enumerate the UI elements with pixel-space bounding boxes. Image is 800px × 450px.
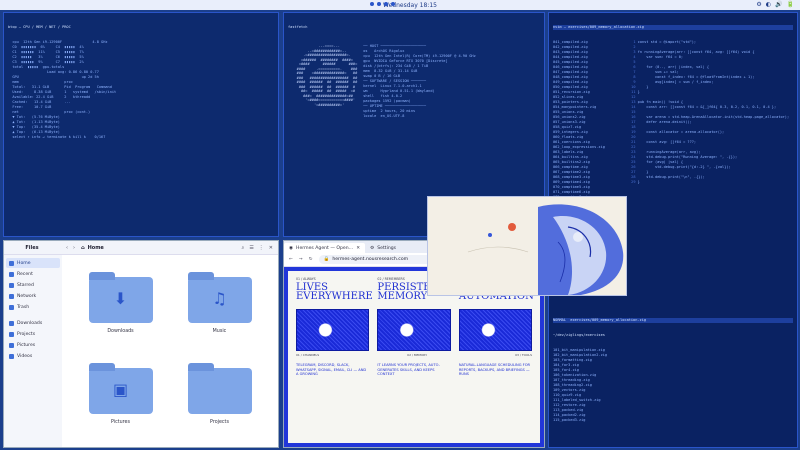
- ascii-line: '=####============####': [288, 98, 356, 102]
- download-icon: ⬇: [113, 289, 128, 308]
- reload-icon[interactable]: ↻: [309, 257, 313, 262]
- artwork-viewer[interactable]: [427, 196, 627, 296]
- listing-item: 115_packed3.zig: [553, 418, 586, 422]
- view-toggle-icon[interactable]: ☰: [249, 245, 253, 251]
- image-caption: 01 / CHANNELS: [296, 353, 320, 357]
- system-tray: ⚙ ◐ 🔊 🔋: [756, 1, 794, 8]
- folder-icon: [187, 363, 252, 414]
- feature-column: 01 / ALWAYS LIVES EVERYWHERE: [296, 277, 373, 302]
- ascii-line: ### =##############= ##: [288, 71, 358, 75]
- files-window[interactable]: Files ‹ › ⌂ Home ⌕ ☰ ⋮ ✕ Home Recent Sta…: [3, 240, 279, 448]
- search-icon[interactable]: ⌕: [242, 245, 245, 251]
- btop-output: cpu 12th Gen i9-12900F 4.8 GHz C0 ▮▮▮▮▮▮…: [8, 40, 274, 140]
- workspace-indicator[interactable]: [370, 2, 395, 6]
- folder-pictures[interactable]: ▣ Pictures: [74, 354, 167, 439]
- settings-icon[interactable]: ⚙: [756, 1, 761, 8]
- ascii-line: ##= ##### ## ##### =#: [288, 89, 356, 93]
- sidebar-divider: [6, 313, 60, 317]
- folder-icon: ♫: [187, 272, 252, 323]
- btop-header: btop — CPU / MEM / NET / PROC: [8, 25, 71, 29]
- folder-icon: ▣: [88, 363, 153, 414]
- btop-terminal[interactable]: btop — CPU / MEM / NET / PROC cpu 12th G…: [3, 12, 279, 237]
- sidebar-item-network[interactable]: Network: [6, 291, 60, 301]
- close-icon[interactable]: ✕: [269, 245, 273, 251]
- music-icon: ♫: [212, 289, 227, 308]
- sidebar-item-trash[interactable]: Trash: [6, 302, 60, 312]
- sidebar-item-videos[interactable]: Videos: [6, 351, 60, 361]
- volume-icon[interactable]: 🔊: [775, 1, 782, 8]
- system-info: ── HOST ───────────────────── os ArchOS R…: [363, 44, 476, 119]
- back-icon[interactable]: ‹: [66, 245, 68, 251]
- files-title: Files: [25, 244, 39, 251]
- image-icon: ▣: [112, 380, 129, 399]
- hermes-landing: 01 / ALWAYS LIVES EVERYWHERE 02 / REMEMBE…: [288, 271, 540, 443]
- fastfetch-header: fastfetch: [288, 25, 308, 29]
- forward-icon[interactable]: →: [299, 257, 303, 262]
- feature-description: Telegram, Discord, Slack, WhatsApp, Sign…: [296, 363, 367, 377]
- globe-icon: ◉: [289, 245, 294, 251]
- sidebar-item-pictures[interactable]: Pictures: [6, 340, 60, 350]
- ascii-line: .=##################=.: [288, 53, 351, 57]
- sidebar-item-projects[interactable]: Projects: [6, 329, 60, 339]
- files-toolbar: Files ‹ › ⌂ Home ⌕ ☰ ⋮ ✕: [4, 241, 278, 255]
- image-caption: 02 / MEMORY: [407, 353, 428, 357]
- battery-icon[interactable]: 🔋: [787, 1, 794, 8]
- feature-image: [377, 309, 451, 351]
- brightness-icon[interactable]: ◐: [766, 1, 771, 8]
- code-line: 29 }: [629, 180, 640, 184]
- image-caption: 03 / TOOLS: [515, 353, 532, 357]
- folder-projects[interactable]: Projects: [173, 354, 266, 439]
- code-editor[interactable]: 1 const std = @import("std"); 2 3 fn run…: [629, 40, 793, 308]
- folder-downloads[interactable]: ⬇ Downloads: [74, 263, 167, 348]
- close-icon: ✕: [356, 245, 361, 251]
- gear-icon: ⚙: [370, 245, 375, 251]
- nvim-statusline: NORMAL exercises/009_memory_allocation.z…: [553, 318, 793, 323]
- nvim-title: nvim — exercises/009_memory_allocation.z…: [553, 25, 793, 30]
- ascii-line: '=##########=': [288, 102, 345, 107]
- tab-hermes[interactable]: ◉ Hermes Agent — Open… ✕: [284, 243, 366, 253]
- menu-icon[interactable]: ⋮: [259, 245, 264, 251]
- feature-image: [458, 309, 532, 351]
- sidebar-item-starred[interactable]: Starred: [6, 280, 60, 290]
- ascii-line: #### ###### ## ###### ##: [288, 80, 358, 84]
- feature-image: [296, 309, 370, 351]
- feature-heading: LIVES EVERYWHERE: [296, 282, 373, 302]
- breadcrumb[interactable]: ⌂ Home: [81, 245, 104, 251]
- distro-ascii-logo: .--====--. .-=############=-. .=########…: [288, 44, 358, 119]
- folder-grid: ⬇ Downloads ♫ Music ▣ Pictures Projects: [62, 255, 278, 447]
- sidebar-item-downloads[interactable]: Downloads: [6, 318, 60, 328]
- feature-description: It learns your projects, auto-generates …: [377, 363, 440, 377]
- artwork-image: [428, 197, 626, 295]
- folder-music[interactable]: ♫ Music: [173, 263, 266, 348]
- top-bar: Wednesday 18:15 ⚙ ◐ 🔊 🔋: [0, 0, 800, 10]
- listing-header: ~/dev/ziglings/exercises: [553, 333, 605, 337]
- sidebar-item-recent[interactable]: Recent: [6, 269, 60, 279]
- code-line: 14 const arr: []const f64 = &[_]f64{ 0.3…: [629, 105, 777, 109]
- btop-line: select ↑ info ↵ terminate k kill k 0/167: [8, 135, 106, 139]
- forward-icon[interactable]: ›: [73, 245, 75, 251]
- tab-settings[interactable]: ⚙ Settings: [365, 243, 401, 253]
- sidebar-item-home[interactable]: Home: [6, 258, 60, 268]
- files-sidebar: Home Recent Starred Network Trash Downlo…: [4, 255, 62, 447]
- breadcrumb-home: Home: [87, 244, 104, 251]
- feature-description: Natural-language scheduling for reports,…: [458, 363, 531, 377]
- back-icon[interactable]: ←: [289, 257, 293, 262]
- home-icon: ⌂: [81, 244, 85, 251]
- ascii-line: =#### ###### ###=: [288, 62, 358, 66]
- folder-icon: ⬇: [88, 272, 153, 323]
- lock-icon: 🔒: [323, 257, 330, 262]
- directory-listing: 101_bit_manipulation.zig 102_bit_manipula…: [553, 348, 793, 423]
- info-line: locale en_US.UTF-8: [363, 114, 405, 118]
